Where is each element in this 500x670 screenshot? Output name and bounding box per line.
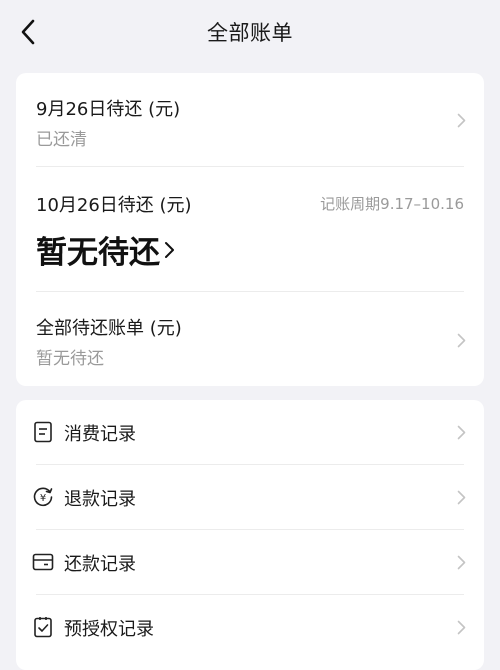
bills-card: 9月26日待还 (元) 已还清 10月26日待还 (元) 记账周期9.17–10… [16, 73, 484, 386]
back-icon[interactable] [16, 18, 40, 46]
bill-row-sep[interactable]: 9月26日待还 (元) 已还清 [16, 73, 484, 166]
refund-icon: ¥ [32, 486, 54, 508]
pre-auth-icon [32, 616, 54, 638]
bill-status: 暂无待还 [36, 349, 104, 369]
chevron-right-icon [456, 112, 466, 128]
record-item-refund[interactable]: ¥ 退款记录 [16, 465, 484, 530]
record-label: 预授权记录 [64, 619, 154, 640]
bill-title: 10月26日待还 (元) [36, 195, 192, 216]
bill-title: 9月26日待还 (元) [36, 99, 181, 120]
svg-text:¥: ¥ [40, 493, 46, 504]
billing-period: 记账周期9.17–10.16 [320, 195, 464, 213]
record-item-repayment[interactable]: 还款记录 [16, 530, 484, 595]
chevron-right-icon [456, 554, 466, 570]
nav-bar: 全部账单 [0, 0, 500, 66]
card-icon [32, 551, 54, 573]
bill-row-oct: 10月26日待还 (元) 记账周期9.17–10.16 暂无待还 [16, 167, 484, 291]
bill-status: 已还清 [36, 130, 87, 150]
bill-amount-link[interactable]: 暂无待还 [36, 227, 176, 272]
chevron-right-icon [456, 332, 466, 348]
record-label: 还款记录 [64, 554, 136, 575]
record-label: 退款记录 [64, 489, 136, 510]
chevron-right-icon [456, 489, 466, 505]
bill-status: 暂无待还 [36, 235, 160, 271]
records-card: 消费记录 ¥ 退款记录 还款记录 预授权记录 [16, 400, 484, 670]
chevron-right-icon [164, 232, 176, 268]
receipt-icon [32, 421, 54, 443]
chevron-right-icon [456, 424, 466, 440]
chevron-right-icon [456, 619, 466, 635]
bill-title: 全部待还账单 (元) [36, 318, 182, 339]
record-item-pre-auth[interactable]: 预授权记录 [16, 595, 484, 660]
page-title: 全部账单 [207, 21, 293, 45]
record-item-consumption[interactable]: 消费记录 [16, 400, 484, 465]
bill-row-all[interactable]: 全部待还账单 (元) 暂无待还 [16, 292, 484, 386]
record-label: 消费记录 [64, 424, 136, 445]
